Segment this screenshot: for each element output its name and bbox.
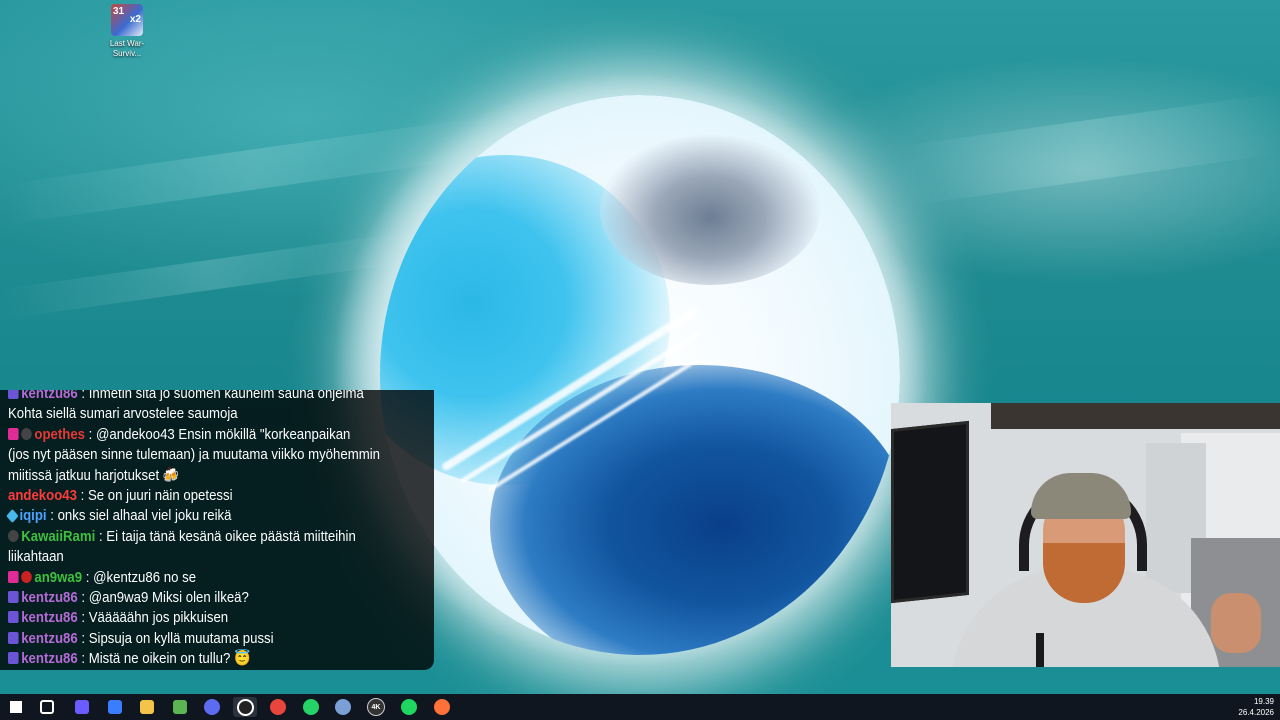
chat-text: : Mistä ne oikein on tullu? 😇 (81, 650, 251, 668)
gem-badge-icon (6, 509, 19, 524)
chat-text: liikahtaan (8, 548, 64, 566)
task-view-icon (40, 700, 54, 714)
taskbar-browser-b-button[interactable] (200, 697, 224, 717)
monitor-icon (335, 699, 351, 715)
chrome-icon (270, 699, 286, 715)
taskbar-firefox-button[interactable] (430, 697, 454, 717)
chat-username[interactable]: iqipi (19, 507, 46, 524)
chat-username[interactable]: kentzu86 (21, 609, 77, 626)
sub-badge-icon (8, 611, 19, 624)
chat-message: an9wa9 : @kentzu86 no se (8, 568, 430, 588)
browser-icon (204, 699, 220, 715)
chat-username[interactable]: KawaiiRami (21, 528, 95, 545)
chat-text: miitissä jatkuu harjotukset 🍻 (8, 466, 180, 484)
chat-username[interactable]: andekoo43 (8, 487, 77, 504)
chat-text: : @an9wa9 Miksi olen ilkeä? (81, 589, 249, 606)
taskbar-obs-button[interactable] (233, 697, 257, 717)
taskbar-file-explorer-button[interactable] (135, 697, 159, 717)
chat-text: : Vääääähn jos pikkuisen (81, 609, 229, 627)
desktop-icon-label: Last War-Surviv... (109, 39, 145, 58)
orb-graphic (380, 95, 900, 655)
4k-icon: 4K (367, 698, 385, 716)
chat-username[interactable]: opethes (34, 426, 85, 443)
chat-message: kentzu86 : Ihmetin sitä jo suomen kauhei… (8, 390, 430, 404)
chat-message: kentzu86 : @an9wa9 Miksi olen ilkeä? (8, 588, 430, 608)
chat-message: kentzu86 : Vääääähn jos pikkuisen (8, 608, 430, 628)
chat-text: : Ihmetin sitä jo suomen kauheim sauna o… (81, 390, 364, 402)
chat-text: : @andekoo43 Ensin mökillä "korkeanpaika… (88, 425, 351, 443)
chat-message: liikahtaan (8, 547, 430, 567)
taskbar-whatsapp-button[interactable] (299, 697, 323, 717)
taskbar-app-grid-button[interactable] (70, 697, 94, 717)
desktop-icon-last-war[interactable]: 31 x2 Last War-Surviv... (100, 4, 154, 59)
chat-overlay: kentzu86 : Ihmetin sitä jo suomen kauhei… (0, 390, 434, 670)
taskbar-windows-start-button[interactable] (4, 697, 28, 717)
chat-text: : @kentzu86 no se (85, 568, 197, 586)
whatsapp-icon (303, 699, 319, 715)
grid-app-icon (75, 700, 89, 714)
folder-icon (140, 700, 154, 714)
taskbar-4k-app-button[interactable]: 4K (364, 697, 388, 717)
spotify-icon (401, 699, 417, 715)
chat-text: : onks siel alhaal viel joku reikä (50, 507, 232, 525)
chat-username[interactable]: kentzu86 (21, 589, 77, 606)
taskbar: 19.39 26.4.2026 4K (0, 694, 1280, 720)
taskbar-clock[interactable]: 19.39 26.4.2026 (1238, 696, 1274, 718)
diamond-app-icon (108, 700, 122, 714)
firefox-icon (434, 699, 450, 715)
chat-message: (jos nyt pääsen sinne tulemaan) ja muuta… (8, 445, 430, 465)
sub-badge-icon (8, 390, 19, 399)
chat-text: Kohta siellä sumari arvostelee saumoja (8, 405, 238, 423)
chat-message: andekoo43 : Se on juuri näin opetessi (8, 486, 430, 506)
chat-message: iqipi : onks siel alhaal viel joku reikä (6, 506, 430, 526)
chat-username[interactable]: kentzu86 (21, 390, 77, 402)
obs-icon (236, 698, 254, 716)
taskbar-spotify-button[interactable] (397, 697, 421, 717)
dark-badge-icon (21, 427, 32, 440)
chat-message: miitissä jatkuu harjotukset 🍻 (8, 466, 430, 486)
windows-logo-icon (10, 701, 22, 713)
notepad-icon (173, 700, 187, 714)
clock-date: 26.4.2026 (1238, 708, 1274, 717)
taskbar-notepad-button[interactable] (168, 697, 192, 717)
chat-text: : Sipsuja on kyllä muutama pussi (81, 629, 274, 647)
clock-time: 19.39 (1253, 697, 1274, 706)
chat-message: KawaiiRami : Ei taija tänä kesänä oikee … (8, 527, 430, 547)
webcam-feed (891, 403, 1280, 667)
taskbar-task-view-button[interactable] (35, 697, 59, 717)
taskbar-chrome-button[interactable] (266, 697, 290, 717)
chat-message: kentzu86 : Sipsuja on kyllä muutama puss… (8, 629, 430, 649)
taskbar-app-launcher-button[interactable] (103, 697, 127, 717)
chat-text: : Se on juuri näin opetessi (80, 487, 233, 504)
chat-text: (jos nyt pääsen sinne tulemaan) ja muuta… (8, 446, 380, 464)
chat-message: Kohta siellä sumari arvostelee saumoja (8, 404, 430, 424)
dark-badge-icon (8, 529, 19, 542)
taskbar-monitor-app-button[interactable] (331, 697, 355, 717)
sub-badge-icon (8, 652, 19, 665)
chat-username[interactable]: kentzu86 (21, 630, 77, 647)
last-war-app-icon: 31 x2 (111, 4, 143, 36)
chat-message: kentzu86 : Mistä ne oikein on tullu? 😇 (8, 649, 430, 669)
chat-text: : Ei taija tänä kesänä oikee päästä miit… (98, 527, 356, 545)
chat-message: opethes : @andekoo43 Ensin mökillä "kork… (8, 425, 430, 445)
chat-username[interactable]: an9wa9 (34, 569, 82, 586)
sub-badge-icon (8, 591, 19, 603)
pink-badge-icon (8, 570, 19, 583)
sub-badge-icon (8, 631, 19, 644)
pink-badge-icon (8, 427, 19, 440)
cross-badge-icon (21, 570, 32, 583)
chat-username[interactable]: kentzu86 (21, 650, 77, 667)
